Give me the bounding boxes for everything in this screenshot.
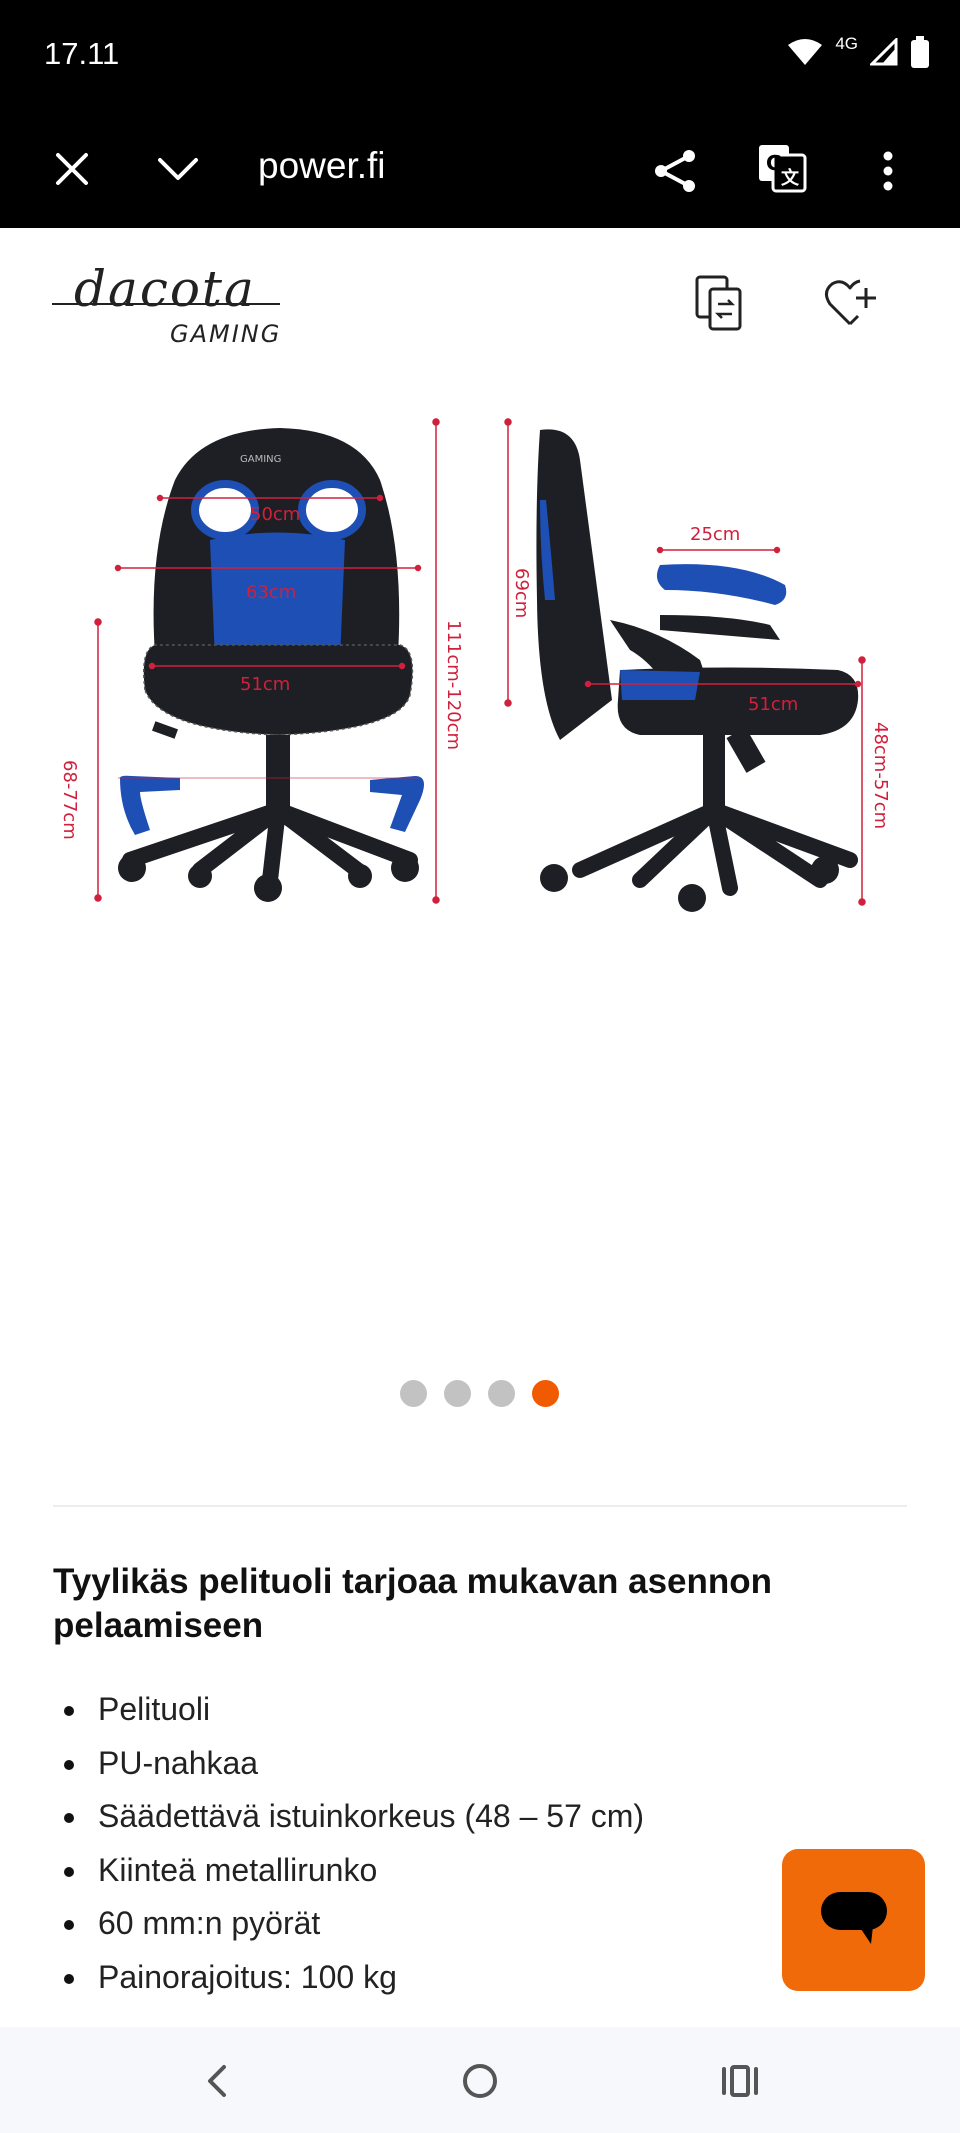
brand-name: dacota — [74, 262, 256, 318]
section-divider — [53, 1505, 907, 1507]
feature-item: Pelituoli — [53, 1683, 644, 1737]
front-seat-label: 51cm — [240, 674, 290, 695]
browser-toolbar: power.fi G文 — [0, 110, 960, 228]
share-icon[interactable] — [648, 143, 704, 199]
side-armrest-label: 25cm — [690, 524, 740, 545]
feature-item: PU-nahkaa — [53, 1737, 644, 1791]
carousel-dot-active[interactable] — [532, 1380, 559, 1407]
feature-item: Säädettävä istuinkorkeus (48 – 57 cm) — [53, 1790, 644, 1844]
status-icons: 4G — [787, 32, 930, 76]
chair-side-view — [536, 429, 859, 912]
side-seat-depth-label: 51cm — [748, 694, 798, 715]
battery-icon — [910, 35, 930, 73]
chat-button[interactable] — [782, 1849, 925, 1991]
more-icon[interactable] — [860, 143, 916, 199]
network-label: 4G — [835, 34, 858, 53]
carousel-dot[interactable] — [444, 1380, 471, 1407]
back-icon[interactable] — [190, 2053, 246, 2109]
close-icon[interactable] — [44, 141, 100, 197]
front-total-height-label: 111cm-120cm — [443, 620, 464, 750]
brand-subtitle: GAMING — [170, 320, 281, 348]
system-nav-bar — [0, 2027, 960, 2133]
feature-list: Pelituoli PU-nahkaa Säädettävä istuinkor… — [53, 1683, 644, 2004]
chevron-down-icon[interactable] — [150, 141, 206, 197]
side-back-height-label: 69cm — [511, 568, 532, 618]
front-armrest-label: 63cm — [246, 582, 296, 603]
wifi-icon — [787, 37, 823, 72]
carousel-dot[interactable] — [488, 1380, 515, 1407]
compare-icon[interactable] — [688, 272, 752, 336]
product-image[interactable]: GAMING 50cm 63cm 51cm 68-77cm 111cm-120c… — [40, 400, 920, 1180]
front-width-label: 50cm — [250, 504, 300, 525]
translate-icon[interactable]: G文 — [754, 140, 810, 196]
brand-logo[interactable]: dacota GAMING — [52, 260, 292, 352]
description-heading: Tyylikäs pelituoli tarjoaa mukavan asenn… — [53, 1562, 773, 1645]
home-icon[interactable] — [452, 2053, 508, 2109]
chat-icon — [819, 1890, 889, 1951]
chair-logo-text: GAMING — [240, 454, 281, 465]
url-text[interactable]: power.fi — [258, 145, 386, 187]
carousel-indicator — [400, 1380, 559, 1407]
front-seat-height-label: 68-77cm — [59, 760, 80, 840]
feature-item: 60 mm:n pyörät — [53, 1897, 644, 1951]
carousel-dot[interactable] — [400, 1380, 427, 1407]
svg-text:文: 文 — [781, 167, 800, 189]
signal-icon — [868, 35, 898, 71]
feature-item: Kiinteä metallirunko — [53, 1844, 644, 1898]
wishlist-add-icon[interactable] — [820, 272, 884, 336]
side-seat-height-label: 48cm-57cm — [870, 722, 891, 829]
feature-item: Painorajoitus: 100 kg — [53, 1951, 644, 2005]
status-bar: 17.11 4G — [0, 0, 960, 110]
svg-text:G: G — [766, 151, 782, 175]
status-time: 17.11 — [44, 36, 120, 71]
recents-icon[interactable] — [712, 2053, 768, 2109]
